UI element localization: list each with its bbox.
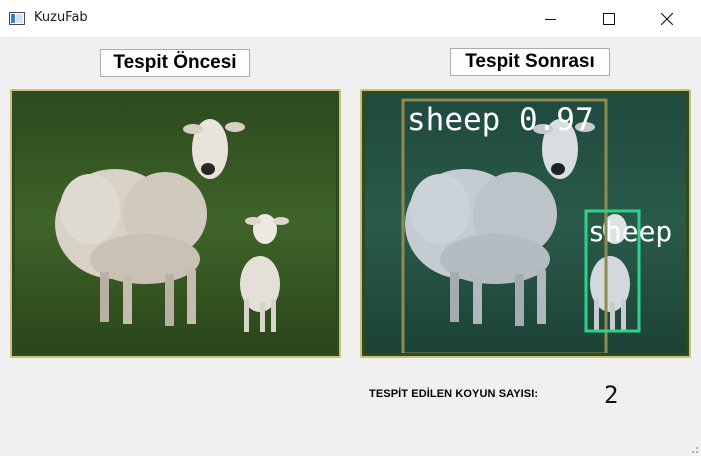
title-bar: KuzuFab <box>0 0 701 38</box>
before-detection-button[interactable]: Tespit Öncesi <box>100 49 250 77</box>
after-image-frame: sheep 0.97 sheep <box>360 89 691 358</box>
window-title: KuzuFab <box>34 10 88 25</box>
before-image-frame <box>10 89 341 358</box>
close-button[interactable] <box>644 0 690 38</box>
detection-label-large: sheep 0.97 <box>407 102 594 138</box>
sheep-count-label: TESPİT EDİLEN KOYUN SAYISI: <box>369 388 539 400</box>
after-detection-button[interactable]: Tespit Sonrası <box>450 48 610 76</box>
before-sheep-image <box>15 94 336 353</box>
maximize-button[interactable] <box>586 0 632 38</box>
minimize-button[interactable] <box>528 0 574 38</box>
close-icon <box>661 13 673 25</box>
after-sheep-image: sheep 0.97 sheep <box>365 94 686 353</box>
sheep-count-digit: 2 <box>604 381 618 407</box>
maximize-icon <box>603 13 615 25</box>
resize-grip-icon[interactable] <box>689 444 699 454</box>
sheep-count-value: 2 <box>604 381 618 407</box>
app-icon <box>9 12 25 25</box>
minimize-icon <box>545 19 556 20</box>
detection-label-small: sheep <box>588 215 672 248</box>
